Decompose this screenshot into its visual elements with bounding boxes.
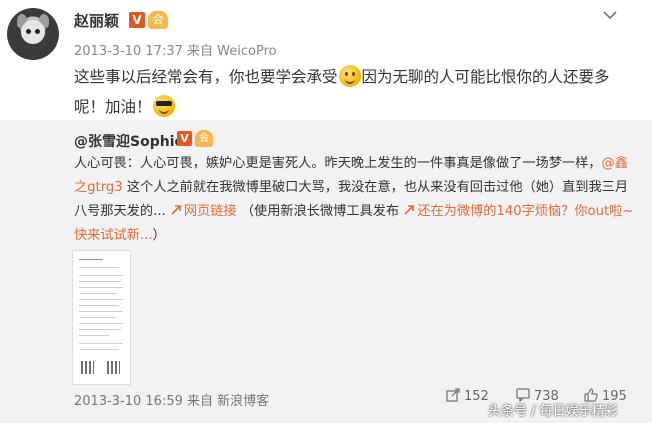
repost-text-part1: 人心可畏：人心可畏，嫉妒心更是害死人。昨天晚上发生的一件事真是像做了一场梦一样， bbox=[74, 156, 602, 171]
post-meta: 2013-3-10 17:37 来自 WeicoPro bbox=[74, 40, 277, 59]
repost-action[interactable]: 152 bbox=[446, 388, 489, 404]
thumb-line bbox=[79, 343, 123, 344]
repost-text-part4: ） bbox=[152, 228, 166, 243]
thumb-line bbox=[79, 317, 115, 318]
repost-meta: 2013-3-10 16:59 来自 新浪博客 bbox=[74, 390, 269, 409]
qr-code-icon bbox=[81, 361, 94, 374]
repost-source-prefix: 来自 bbox=[187, 394, 214, 409]
post-text: 这些事以后经常会有，你也要学会承受 因为无聊的人可能比恨你的人还要多呢！加油！ bbox=[74, 62, 634, 122]
thumb-line bbox=[79, 323, 123, 324]
avatar-face bbox=[21, 20, 45, 44]
repost-text: 人心可畏：人心可畏，嫉妒心更是害死人。昨天晚上发生的一件事真是像做了一场梦一样，… bbox=[74, 152, 634, 248]
thumb-line bbox=[79, 299, 123, 300]
thumb-line bbox=[79, 335, 109, 336]
link-icon bbox=[404, 205, 415, 215]
post-source[interactable]: WeicoPro bbox=[217, 44, 276, 59]
repost-count: 152 bbox=[464, 389, 489, 404]
thumb-line bbox=[79, 287, 123, 288]
watermark: 头条号 / 每日娱乐精彩 bbox=[488, 404, 618, 419]
vip-badge-icon: 会 bbox=[148, 11, 168, 29]
web-link[interactable]: 网页链接 bbox=[170, 204, 237, 219]
thumb-line bbox=[79, 311, 123, 312]
post-source-prefix: 来自 bbox=[187, 44, 214, 59]
qr-code-icon bbox=[107, 361, 120, 374]
smile-emoji-icon bbox=[338, 65, 361, 87]
repost-source[interactable]: 新浪博客 bbox=[217, 394, 269, 409]
thumb-line bbox=[79, 281, 121, 282]
web-link-label: 网页链接 bbox=[183, 204, 237, 219]
link-icon bbox=[171, 205, 181, 215]
post-timestamp[interactable]: 2013-3-10 17:37 bbox=[74, 44, 183, 59]
post-text-part1: 这些事以后经常会有，你也要学会承受 bbox=[74, 68, 338, 86]
repost-timestamp[interactable]: 2013-3-10 16:59 bbox=[74, 394, 183, 409]
reposted-weibo[interactable]: @张雪迎Sophie V 会 人心可畏：人心可畏，嫉妒心更是害死人。昨天晚上发生… bbox=[0, 120, 652, 423]
repost-username[interactable]: @张雪迎Sophie bbox=[74, 131, 184, 151]
chevron-down-icon[interactable] bbox=[603, 8, 617, 24]
repost-text-part3: （使用新浪长微博工具发布 bbox=[240, 204, 404, 219]
avatar-eye-right bbox=[35, 29, 40, 34]
avatar[interactable] bbox=[7, 8, 59, 60]
main-post: 赵丽颖 V 会 2013-3-10 17:37 来自 WeicoPro 这些事以… bbox=[0, 0, 652, 120]
sunglasses-emoji-icon bbox=[152, 95, 175, 117]
thumb-line bbox=[79, 293, 117, 294]
thumb-line bbox=[79, 275, 123, 276]
avatar-eye-left bbox=[26, 29, 31, 34]
thumb-line bbox=[79, 259, 103, 260]
verified-badge-icon: V bbox=[129, 12, 145, 28]
verified-badge-icon: V bbox=[177, 131, 192, 146]
thumb-line bbox=[79, 267, 119, 268]
thumb-line bbox=[79, 329, 121, 330]
vip-badge-icon: 会 bbox=[195, 130, 213, 147]
share-icon bbox=[446, 388, 460, 402]
attached-image-thumbnail[interactable] bbox=[72, 250, 131, 385]
post-username[interactable]: 赵丽颖 bbox=[74, 10, 119, 31]
thumb-line bbox=[79, 305, 119, 306]
thumb-line bbox=[79, 349, 119, 350]
